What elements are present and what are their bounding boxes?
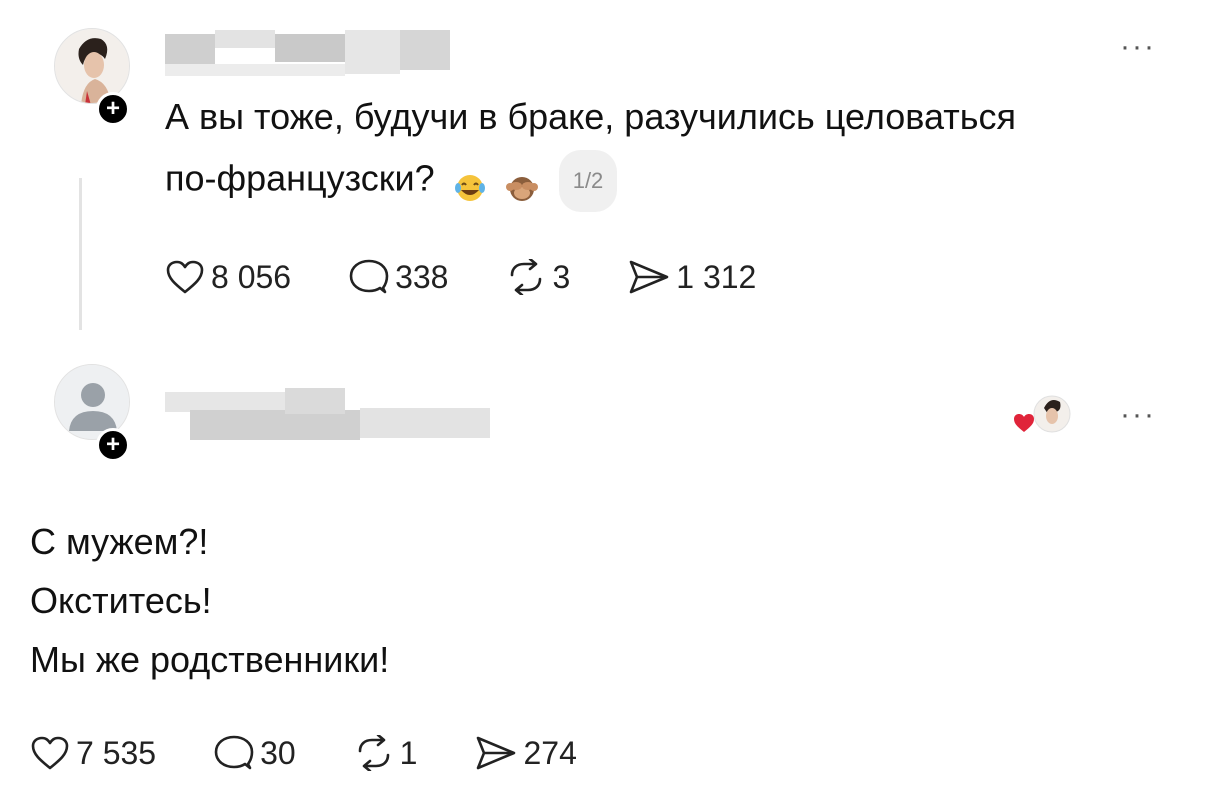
red-heart-icon (1014, 414, 1034, 432)
repost-count: 3 (552, 258, 571, 295)
liked-by-author-indicator (1010, 394, 1074, 438)
reply-line: С мужем?! (30, 521, 209, 562)
repost-count: 1 (399, 734, 418, 771)
more-dots-icon[interactable]: ··· (1120, 32, 1156, 62)
repost-arrows-icon (511, 259, 542, 295)
share-button[interactable]: 1 312 (628, 259, 756, 296)
heart-icon (166, 260, 204, 294)
thread-connector-line (79, 178, 82, 330)
media-page-indicator: 1/2 (558, 150, 618, 212)
reply-actions: 7 535 30 1 274 (30, 734, 635, 772)
reply-text: С мужем?! Окститесь! Мы же родственники! (30, 512, 389, 689)
repost-button[interactable]: 3 (506, 259, 570, 296)
reply-line: Мы же родственники! (30, 639, 390, 680)
like-count: 8 056 (211, 258, 292, 295)
reply-count: 30 (260, 734, 296, 771)
follow-plus-icon[interactable]: + (96, 428, 130, 462)
comment-bubble-icon (214, 735, 254, 770)
comment-bubble-icon (349, 259, 389, 294)
post-text: А вы тоже, будучи в браке, разучились це… (165, 92, 1185, 212)
send-arrow-icon (629, 260, 669, 294)
post-actions: 8 056 338 3 1 312 (165, 258, 814, 296)
post-text-line-1: А вы тоже, будучи в браке, разучились це… (165, 96, 1016, 137)
post-text-line-2-text: по-французски? (165, 157, 435, 199)
like-button[interactable]: 8 056 (165, 259, 291, 296)
follow-plus-icon[interactable]: + (96, 92, 130, 126)
repost-arrows-icon (358, 735, 389, 771)
more-dots-icon[interactable]: ··· (1120, 400, 1156, 430)
tears-of-joy-emoji-icon (453, 166, 487, 201)
repost-button[interactable]: 1 (354, 734, 418, 772)
see-no-evil-monkey-emoji-icon (505, 166, 539, 201)
share-count: 1 312 (676, 258, 757, 295)
reply-button[interactable]: 338 (349, 258, 448, 296)
send-arrow-icon (477, 736, 516, 770)
share-count: 274 (523, 734, 577, 771)
heart-icon (31, 736, 69, 770)
like-count: 7 535 (76, 734, 157, 771)
reply-count: 338 (395, 258, 449, 295)
post-text-line-2: по-французски? 1/2 (165, 150, 1185, 212)
share-button[interactable]: 274 (475, 734, 577, 772)
reply-line: Окститесь! (30, 580, 212, 621)
reply-button[interactable]: 30 (214, 734, 296, 772)
like-button[interactable]: 7 535 (30, 735, 156, 772)
